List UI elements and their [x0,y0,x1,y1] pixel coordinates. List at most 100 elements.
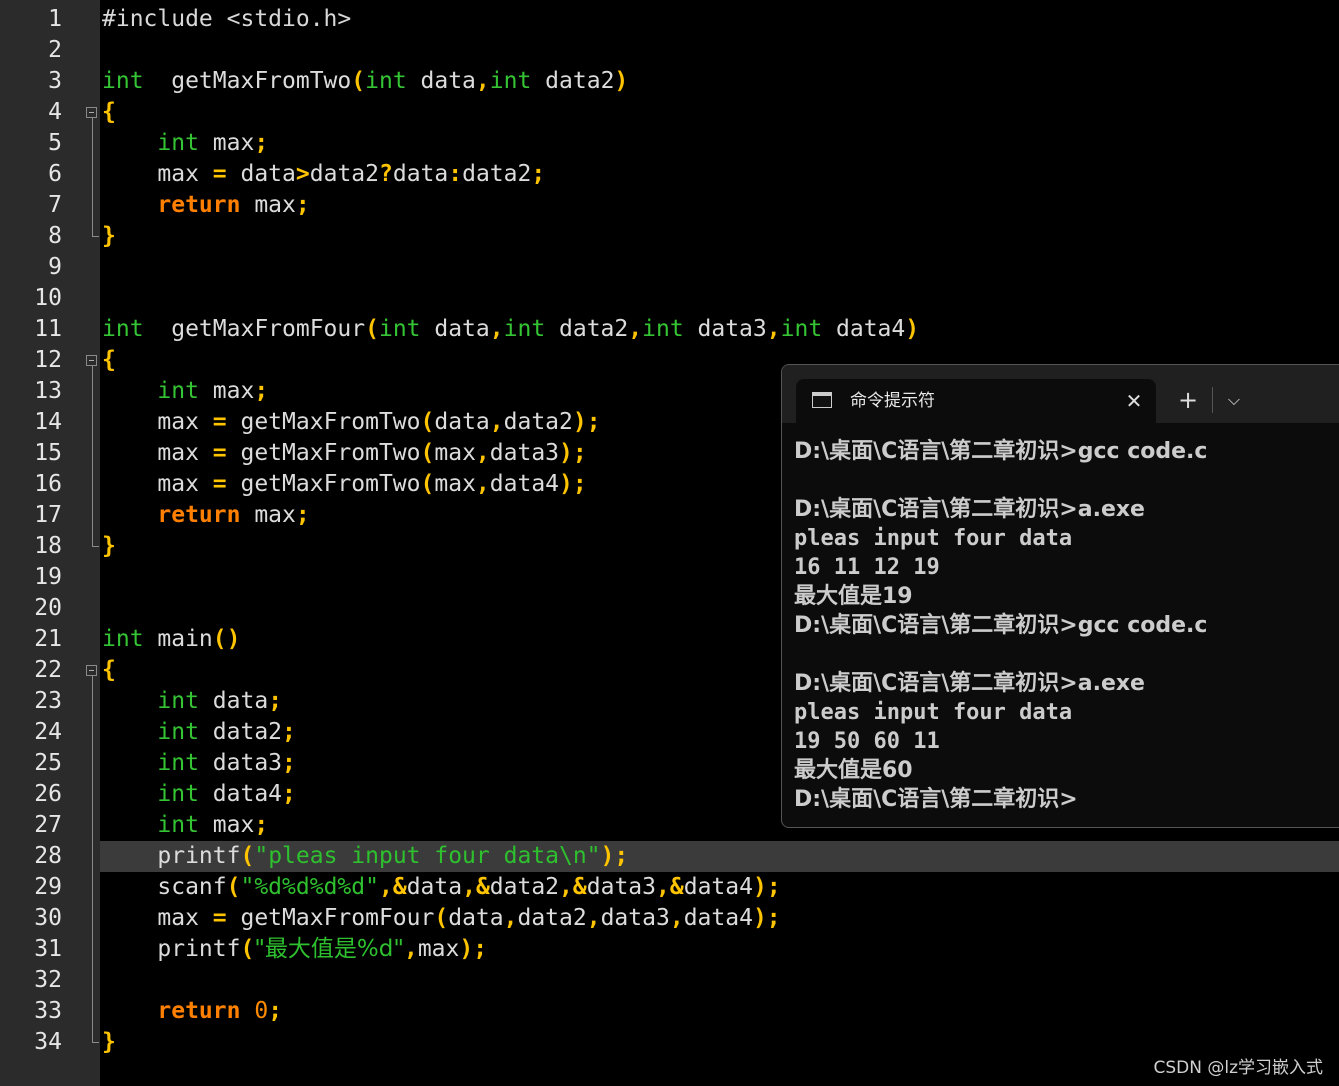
code-token: , [586,905,601,931]
code-line[interactable]: { [102,345,116,376]
code-line[interactable]: } [102,221,116,252]
line-number: 25 [34,750,62,776]
code-line[interactable]: max = getMaxFromTwo(max,data3); [102,438,586,469]
code-token: ) [905,316,920,342]
code-line[interactable]: return 0; [102,996,282,1027]
code-token: int [378,316,421,342]
code-line[interactable]: { [102,655,116,686]
line-number: 16 [34,471,62,497]
code-token: ) [752,905,767,931]
fold-guide-line [92,676,93,1042]
line-number: 32 [34,967,62,993]
code-token: , [475,68,490,94]
code-token: int [157,781,199,807]
line-number: 19 [34,564,62,590]
code-line[interactable]: { [102,97,116,128]
fold-end-marker [92,1042,99,1043]
line-number: 3 [48,68,62,94]
code-token: > [295,161,310,187]
terminal-tab-title: 命令提示符 [850,391,935,411]
code-token: ; [282,719,296,745]
code-line[interactable]: return max; [102,190,310,221]
new-tab-button[interactable]: + [1174,379,1202,421]
code-token: max [102,161,213,187]
line-number: 14 [34,409,62,435]
code-token: int [102,68,144,94]
chevron-down-icon[interactable]: ⌵ [1222,379,1246,421]
code-token: } [102,223,116,249]
code-token: max [198,130,255,156]
terminal-tab-bar: 命令提示符 ✕ + ⌵ [782,365,1339,423]
code-token: max [417,936,460,962]
code-line[interactable]: int data2; [102,717,296,748]
code-token: data4 [683,874,753,900]
code-line[interactable]: int data3; [102,748,296,779]
code-line[interactable]: max = data>data2?data:data2; [102,159,545,190]
code-line[interactable]: int max; [102,128,268,159]
code-token: : [448,161,463,187]
code-line[interactable]: printf("pleas input four data\n"); [102,841,628,872]
code-token: data [406,68,476,94]
line-number: 8 [48,223,62,249]
code-line[interactable]: scanf("%d%d%d%d",&data,&data2,&data3,&da… [102,872,780,903]
code-token: ; [614,843,629,869]
line-number: 7 [48,192,62,218]
code-token: ; [766,905,781,931]
code-line[interactable]: max = getMaxFromTwo(data,data2); [102,407,601,438]
code-token: = [212,905,227,931]
code-token: , [475,471,490,497]
code-line[interactable]: int getMaxFromFour(int data,int data2,in… [102,314,919,345]
code-line[interactable]: int getMaxFromTwo(int data,int data2) [102,66,628,97]
code-line[interactable]: printf("最大值是%d",max); [102,934,487,965]
line-number: 9 [48,254,62,280]
code-token: ; [586,409,601,435]
code-line[interactable]: } [102,1027,116,1058]
code-token: ) [572,409,587,435]
terminal-line: pleas input four data [794,700,1073,725]
terminal-line: D:\桌面\C语言\第二章初识> [794,787,1078,812]
code-line[interactable]: #include <stdio.h> [102,4,351,35]
close-tab-icon[interactable]: ✕ [1122,379,1146,423]
code-token: & [572,874,587,900]
code-token: { [102,99,116,125]
code-line[interactable]: int data4; [102,779,296,810]
line-number: 17 [34,502,62,528]
code-token: ; [295,192,310,218]
code-token: "pleas input four data\n" [254,843,601,869]
fold-toggle-icon[interactable] [86,665,97,676]
code-token: = [212,161,227,187]
code-token: data2 [489,874,560,900]
line-number: 2 [48,37,62,63]
code-token: ; [268,998,283,1024]
code-line[interactable]: } [102,531,116,562]
terminal-output[interactable]: D:\桌面\C语言\第二章初识>gcc code.c D:\桌面\C语言\第二章初… [794,437,1339,814]
code-token: , [462,874,476,900]
code-token: return [157,502,241,528]
terminal-tab[interactable]: 命令提示符 ✕ [796,379,1156,423]
code-token: ) [559,440,573,466]
code-token: max [198,378,255,404]
fold-toggle-icon[interactable] [86,107,97,118]
terminal-line: 最大值是60 [794,758,913,783]
code-token: ( [420,440,435,466]
line-number: 21 [34,626,62,652]
code-token: ( [434,905,449,931]
code-line[interactable]: int max; [102,376,268,407]
code-line[interactable]: return max; [102,500,309,531]
code-line[interactable]: int main() [102,624,241,655]
command-prompt-window[interactable]: 命令提示符 ✕ + ⌵ D:\桌面\C语言\第二章初识>gcc code.c D:… [781,364,1339,828]
code-line[interactable]: int data; [102,686,282,717]
code-line[interactable]: max = getMaxFromTwo(max,data4); [102,469,586,500]
fold-toggle-icon[interactable] [86,355,97,366]
code-token: ( [420,471,435,497]
code-line[interactable]: int max; [102,810,268,841]
line-number: 5 [48,130,62,156]
code-token: } [102,533,116,559]
code-line[interactable]: max = getMaxFromFour(data,data2,data3,da… [102,903,781,934]
